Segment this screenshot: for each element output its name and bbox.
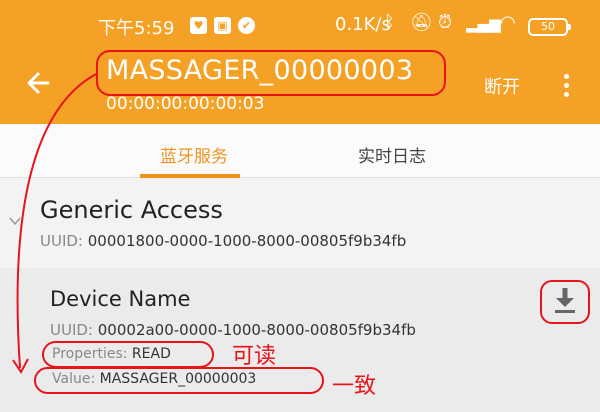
battery-icon: 50: [528, 18, 571, 36]
service-name[interactable]: Generic Access: [40, 196, 223, 224]
consistent-note: 一致: [332, 374, 377, 399]
chevron-down-icon[interactable]: [8, 214, 22, 228]
characteristic-uuid-value: 00002a00-0000-1000-8000-00805f9b34fb: [97, 321, 416, 339]
bluetooth-icon: ᛒ: [384, 12, 395, 33]
value-highlight: [34, 367, 324, 394]
device-mac-address: 00:00:00:00:00:03: [106, 94, 265, 114]
hd-signal-icon: ▂▄▆: [466, 15, 501, 33]
service-uuid-value: 00001800-0000-1000-8000-00805f9b34fb: [87, 232, 407, 250]
more-options-icon[interactable]: [556, 68, 576, 102]
read-button-highlight: [540, 280, 590, 324]
wifi-icon: ◠: [500, 12, 516, 33]
active-tab-indicator: [140, 174, 240, 178]
back-arrow-icon[interactable]: [22, 66, 56, 100]
readable-note: 可读: [232, 344, 277, 369]
mute-icon: 🔕︎: [410, 12, 433, 33]
tab-bar: 蓝牙服务 实时日志: [0, 124, 600, 178]
title-highlight: [96, 50, 446, 96]
properties-highlight: [42, 341, 214, 368]
alarm-icon: ⏰︎: [438, 12, 453, 33]
service-uuid-label: UUID:: [40, 232, 88, 250]
shield-icon: ✔: [238, 17, 255, 34]
characteristic-uuid: UUID: 00002a00-0000-1000-8000-00805f9b34…: [50, 321, 416, 339]
gallery-icon: ▣: [214, 17, 231, 34]
network-speed: 0.1K/s: [335, 14, 391, 35]
disconnect-button[interactable]: 断开: [484, 73, 520, 99]
service-uuid: UUID: 00001800-0000-1000-8000-00805f9b34…: [40, 232, 406, 250]
tab-realtime-log[interactable]: 实时日志: [358, 142, 426, 167]
status-time: 下午5:59: [98, 18, 175, 39]
tab-bluetooth-services[interactable]: 蓝牙服务: [160, 142, 228, 167]
status-bar: 下午5:59 ♥ ▣ ✔ 0.1K/s ᛒ 🔕︎ ⏰︎ ▂▄▆ ◠ 50: [0, 8, 600, 42]
characteristic-uuid-label: UUID:: [50, 321, 98, 339]
heart-icon: ♥: [190, 17, 207, 34]
characteristic-name: Device Name: [50, 287, 191, 311]
